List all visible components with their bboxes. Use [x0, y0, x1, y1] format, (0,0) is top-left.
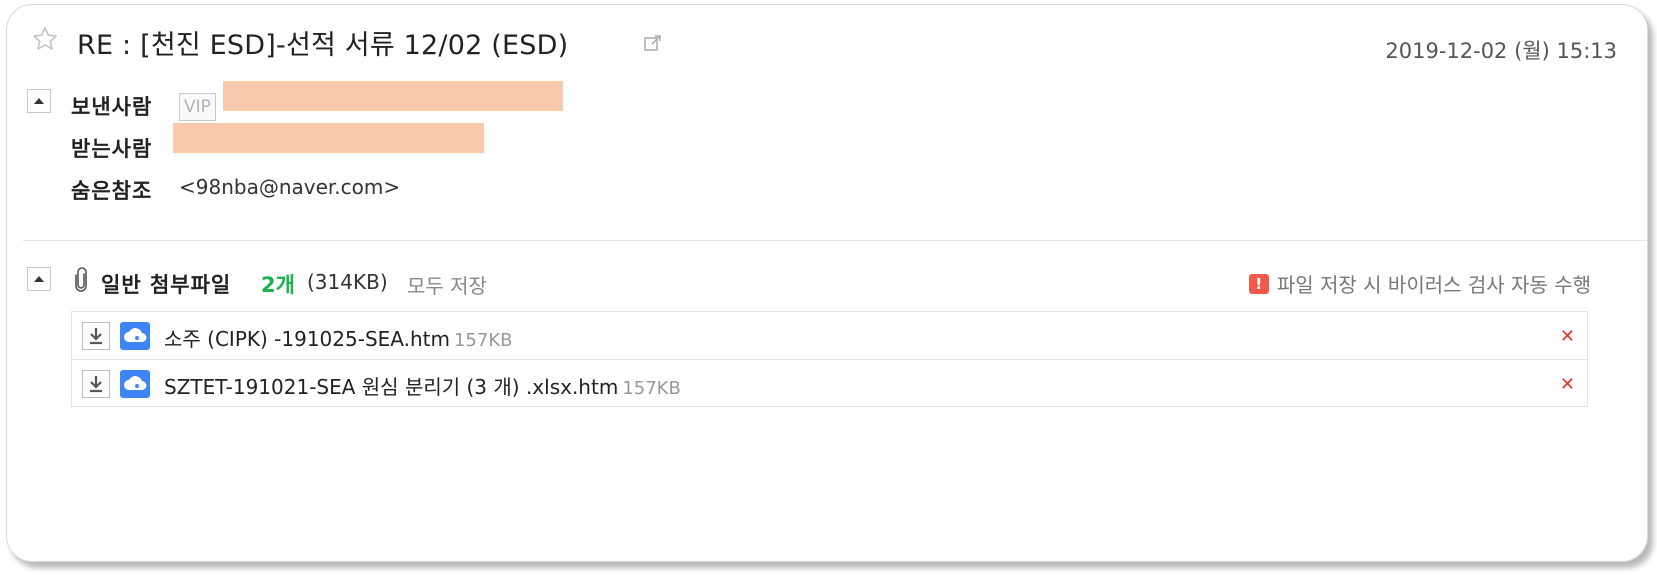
paperclip-icon: [73, 267, 89, 293]
file-size: 157KB: [453, 330, 513, 351]
divider: [23, 240, 1647, 241]
attachment-total-size: (314KB): [307, 270, 388, 294]
star-icon[interactable]: [31, 25, 59, 53]
file-name[interactable]: SZTET-191021-SEA 원심 분리기 (3 개) .xlsx.htm 1…: [164, 371, 681, 400]
mail-read-panel: RE : [천진 ESD]-선적 서류 12/02 (ESD) 2019-12-…: [6, 4, 1648, 562]
file-name-text[interactable]: 소주 (CIPK) -191025-SEA.htm: [164, 327, 450, 351]
vip-badge: VIP: [179, 93, 216, 121]
file-name[interactable]: 소주 (CIPK) -191025-SEA.htm 157KB: [164, 323, 512, 352]
download-icon[interactable]: [82, 370, 110, 398]
attachment-count: 2개: [261, 273, 295, 297]
save-all-link[interactable]: 모두 저장: [407, 270, 487, 299]
mail-subject: RE : [천진 ESD]-선적 서류 12/02 (ESD): [77, 30, 569, 61]
virus-notice-text: 파일 저장 시 바이러스 검사 자동 수행: [1276, 273, 1591, 297]
file-size: 157KB: [622, 378, 681, 399]
list-item: 소주 (CIPK) -191025-SEA.htm 157KB ✕: [72, 312, 1587, 359]
file-name-text[interactable]: SZTET-191021-SEA 원심 분리기 (3 개) .xlsx.htm: [164, 375, 618, 399]
warning-icon: !: [1248, 273, 1269, 294]
attachment-list: 소주 (CIPK) -191025-SEA.htm 157KB ✕ SZTET-1…: [71, 311, 1588, 407]
recipient-redacted: [173, 123, 484, 153]
collapse-icon[interactable]: [27, 267, 51, 291]
delete-icon[interactable]: ✕: [1560, 326, 1575, 347]
delete-icon[interactable]: ✕: [1560, 374, 1575, 395]
bcc-address[interactable]: <98nba@naver.com>: [179, 175, 400, 199]
popout-icon[interactable]: [643, 33, 663, 53]
attachment-label: 일반 첨부파일: [101, 273, 232, 297]
collapse-icon[interactable]: [27, 89, 51, 113]
to-label: 받는사람: [71, 137, 153, 161]
from-label: 보낸사람: [71, 95, 153, 119]
list-item: SZTET-191021-SEA 원심 분리기 (3 개) .xlsx.htm 1…: [72, 359, 1587, 407]
sender-redacted: [223, 81, 563, 111]
cloud-save-icon[interactable]: [120, 370, 150, 398]
virus-scan-notice: ! 파일 저장 시 바이러스 검사 자동 수행: [1248, 269, 1591, 298]
download-icon[interactable]: [82, 322, 110, 350]
bcc-label: 숨은참조: [71, 179, 153, 203]
mail-date: 2019-12-02 (월) 15:13: [1385, 39, 1617, 63]
cloud-save-icon[interactable]: [120, 322, 150, 350]
